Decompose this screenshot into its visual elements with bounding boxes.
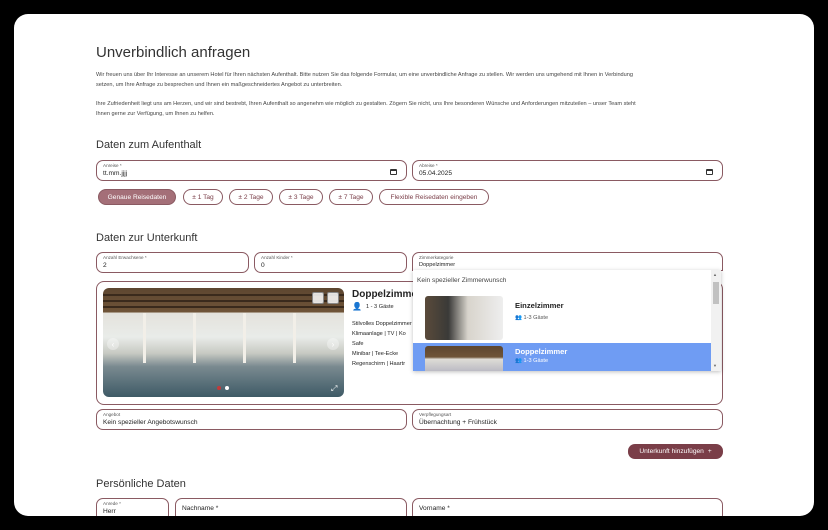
room-description: Stilvolles Doppelzimmer Klimaanlage | TV… — [352, 319, 412, 369]
browser-frame: Unverbindlich anfragen Wir freuen uns üb… — [14, 14, 814, 516]
scroll-down-icon[interactable]: ▼ — [713, 363, 717, 368]
salutation-value: Herr — [103, 508, 116, 515]
board-value: Übernachtung + Frühstück — [419, 419, 497, 426]
chip-plus-minus-1[interactable]: ± 1 Tag — [183, 189, 223, 205]
room-desc-line: Safe — [352, 341, 364, 347]
board-label: Verpflegungsart — [419, 412, 452, 417]
calendar-icon[interactable] — [390, 169, 397, 175]
plus-icon: + — [707, 448, 712, 455]
firstname-label: Vorname * — [419, 505, 450, 512]
chip-plus-minus-2[interactable]: ± 2 Tage — [229, 189, 273, 205]
arrival-date-field[interactable]: Anreise * tt.mm.jjjj — [96, 160, 407, 181]
room-desc-line: Regenschirm | Haartr — [352, 361, 406, 367]
chip-plus-minus-3[interactable]: ± 3 Tage — [279, 189, 323, 205]
category-value: Doppelzimmer — [419, 262, 456, 268]
stay-heading: Daten zum Aufenthalt — [96, 139, 202, 151]
person-icon: 👤 — [352, 302, 362, 311]
room-desc-line: Stilvolles Doppelzimmer — [352, 321, 412, 327]
intro-text-line: Wir freuen uns über Ihr Interesse an uns… — [96, 72, 633, 78]
departure-label: Abreise * — [419, 163, 438, 168]
intro-text-line: Ihnen gerne zur Verfügung, um Ihnen zu h… — [96, 111, 215, 117]
chevron-right-icon[interactable]: › — [327, 338, 339, 350]
option-guests: 👥 1-3 Gäste — [515, 358, 548, 364]
room-category-select[interactable]: Zimmerkategorie Doppelzimmer — [412, 252, 723, 271]
fullscreen-icon[interactable]: ⤢ — [331, 384, 337, 394]
option-guests: 👥 1-3 Gäste — [515, 315, 548, 321]
scroll-up-icon[interactable]: ▲ — [713, 272, 717, 277]
room-desc-line: Klimaanlage | TV | Ko — [352, 331, 406, 337]
offer-label: Angebot — [103, 412, 121, 417]
guests-icon: 👥 — [515, 358, 524, 364]
floorplan-icon[interactable] — [327, 292, 339, 304]
lastname-field[interactable]: Nachname * — [175, 498, 407, 516]
room-photo: ‹ › ⤢ — [103, 288, 344, 397]
departure-value: 05.04.2025 — [419, 170, 453, 177]
intro-text-line: setzen, um Ihre Anfrage zu besprechen un… — [96, 82, 343, 88]
calendar-icon[interactable] — [706, 169, 713, 175]
room-guests-text: 1 - 3 Gäste — [365, 303, 394, 310]
adults-value: 2 — [103, 262, 107, 269]
adults-label: Anzahl Erwachsene * — [103, 255, 147, 260]
board-select[interactable]: Verpflegungsart Übernachtung + Frühstück — [412, 409, 723, 430]
arrival-label: Anreise * — [103, 163, 122, 168]
carousel-dot[interactable] — [217, 386, 221, 390]
dropdown-option-doppelzimmer[interactable]: Doppelzimmer 👥 1-3 Gäste — [413, 343, 711, 371]
salutation-label: Anrede * — [103, 501, 121, 506]
guests-icon: 👥 — [515, 315, 524, 321]
chevron-left-icon[interactable]: ‹ — [107, 338, 119, 350]
salutation-select[interactable]: Anrede * Herr — [96, 498, 169, 516]
departure-date-field[interactable]: Abreise * 05.04.2025 — [412, 160, 723, 181]
dropdown-scrollbar[interactable]: ▲ ▼ — [711, 270, 721, 371]
intro-text-line: Ihre Zufriedenheit liegt uns am Herzen, … — [96, 101, 636, 107]
carousel-dot[interactable] — [225, 386, 229, 390]
firstname-field[interactable]: Vorname * — [412, 498, 723, 516]
page-title: Unverbindlich anfragen — [96, 44, 251, 61]
offer-value: Kein spezieller Angebotswunsch — [103, 419, 198, 426]
dropdown-option-einzelzimmer[interactable]: Einzelzimmer 👥 1-3 Gäste — [413, 292, 711, 343]
category-label: Zimmerkategorie — [419, 255, 454, 260]
room-category-dropdown: Kein spezieller Zimmerwunsch Einzelzimme… — [413, 270, 721, 371]
option-guests-text: 1-3 Gäste — [523, 358, 549, 364]
children-value: 0 — [261, 262, 265, 269]
option-guests-text: 1-3 Gäste — [523, 315, 549, 321]
chip-flexible-dates[interactable]: Flexible Reisedaten eingeben — [379, 189, 489, 205]
scrollbar-thumb[interactable] — [713, 282, 719, 304]
room-desc-line: Minibar | Tee-Ecke — [352, 351, 399, 357]
offer-select[interactable]: Angebot Kein spezieller Angebotswunsch — [96, 409, 407, 430]
room-guests: 👤 1 - 3 Gäste — [352, 302, 394, 311]
accommodation-heading: Daten zur Unterkunft — [96, 232, 198, 244]
chip-plus-minus-7[interactable]: ± 7 Tage — [329, 189, 373, 205]
chip-exact-dates[interactable]: Genaue Reisedaten — [98, 189, 176, 205]
room-thumbnail — [425, 346, 503, 371]
option-name: Einzelzimmer — [515, 301, 564, 310]
room-thumbnail — [425, 296, 503, 340]
adults-field[interactable]: Anzahl Erwachsene * 2 — [96, 252, 249, 273]
arrival-value: tt.mm.jjjj — [103, 170, 128, 177]
lastname-label: Nachname * — [182, 505, 219, 512]
children-label: Anzahl Kinder * — [261, 255, 293, 260]
children-field[interactable]: Anzahl Kinder * 0 — [254, 252, 407, 273]
add-accommodation-button[interactable]: Unterkunft hinzufügen + — [628, 444, 723, 459]
dropdown-option-none[interactable]: Kein spezieller Zimmerwunsch — [417, 277, 506, 284]
personal-heading: Persönliche Daten — [96, 478, 186, 490]
room-title: Doppelzimmer — [352, 289, 417, 300]
image-icon[interactable] — [312, 292, 324, 304]
option-name: Doppelzimmer — [515, 347, 568, 356]
add-accommodation-label: Unterkunft hinzufügen — [639, 448, 704, 455]
